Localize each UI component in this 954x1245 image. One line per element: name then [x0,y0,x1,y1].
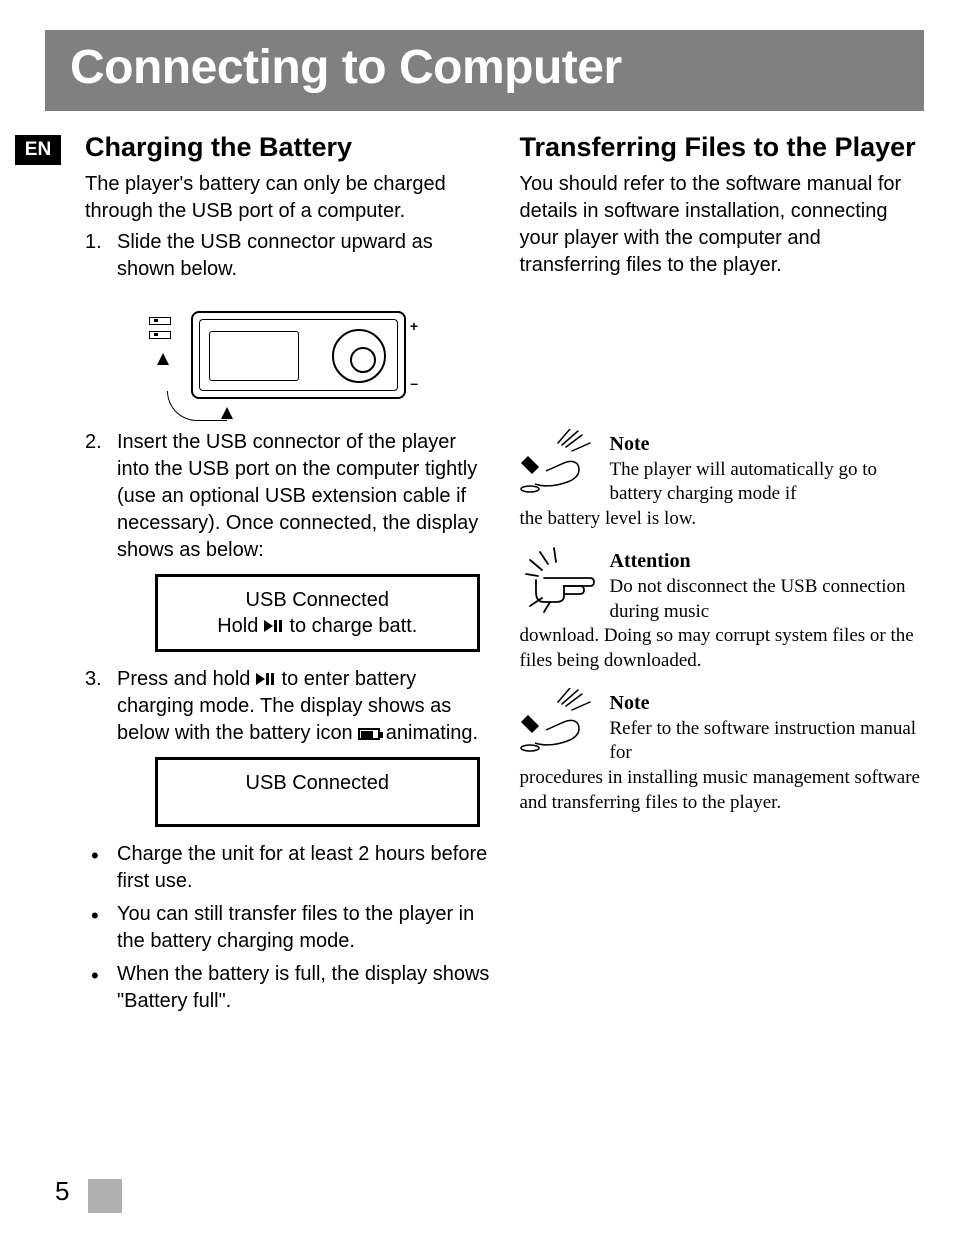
display-2-line-1: USB Connected [170,770,465,796]
left-column: Charging the Battery The player's batter… [85,131,490,1023]
right-column: Transferring Files to the Player You sho… [520,131,925,1023]
display-box-2: USB Connected [155,757,480,827]
note-2-heading: Note [610,692,925,715]
step-1-text: Slide the USB connector upward as shown … [117,231,433,280]
writing-hand-icon [520,429,600,505]
attention-heading: Attention [610,550,925,573]
language-tag: EN [15,135,61,165]
display-1-line-2: Hold to charge batt. [170,613,465,639]
battery-icon [358,728,380,740]
title-bar: Connecting to Computer [45,30,924,111]
page-marker-block [88,1179,122,1213]
bullet-2: You can still transfer files to the play… [85,901,490,955]
attention-body-b: download. Doing so may corrupt system fi… [520,624,925,673]
step-1: Slide the USB connector upward as shown … [85,229,490,415]
writing-hand-icon [520,688,600,764]
arrow-up-icon [157,353,169,365]
charging-heading: Charging the Battery [85,131,490,165]
note-callout-1: Note The player will automatically go to… [520,429,925,532]
usb-connector-icon [149,317,195,353]
page-number: 5 [55,1176,69,1207]
attention-callout: Attention Do not disconnect the USB conn… [520,546,925,674]
transfer-intro: You should refer to the software manual … [520,171,925,279]
player-body-icon: + – [191,311,406,399]
note-2-body-b: procedures in installing music managemen… [520,766,925,815]
play-pause-icon [256,672,276,686]
charging-steps: Slide the USB connector upward as shown … [85,229,490,827]
play-pause-icon [264,619,284,633]
note-2-body-a: Refer to the software instruction manual… [610,717,925,766]
display-box-1: USB Connected Hold to charge batt. [155,574,480,652]
display-1-line-1: USB Connected [170,587,465,613]
note-1-body-a: The player will automatically go to batt… [610,458,925,507]
step-2: Insert the USB connector of the player i… [85,429,490,652]
arrow-up-icon [221,407,233,419]
content-area: EN Charging the Battery The player's bat… [0,131,954,1023]
pointing-hand-icon [520,540,600,620]
bullet-3: When the battery is full, the display sh… [85,961,490,1015]
charging-notes-list: Charge the unit for at least 2 hours bef… [85,841,490,1015]
note-1-body-b: the battery level is low. [520,507,925,532]
device-illustration: + – [149,295,409,415]
note-callout-2: Note Refer to the software instruction m… [520,688,925,816]
note-1-heading: Note [610,433,925,456]
charging-intro: The player's battery can only be charged… [85,171,490,225]
step-3: Press and hold to enter battery charging… [85,666,490,827]
attention-body-a: Do not disconnect the USB connection dur… [610,575,925,624]
step-2-text: Insert the USB connector of the player i… [117,431,478,561]
bullet-1: Charge the unit for at least 2 hours bef… [85,841,490,895]
transfer-heading: Transferring Files to the Player [520,131,925,165]
page-title: Connecting to Computer [70,40,899,95]
